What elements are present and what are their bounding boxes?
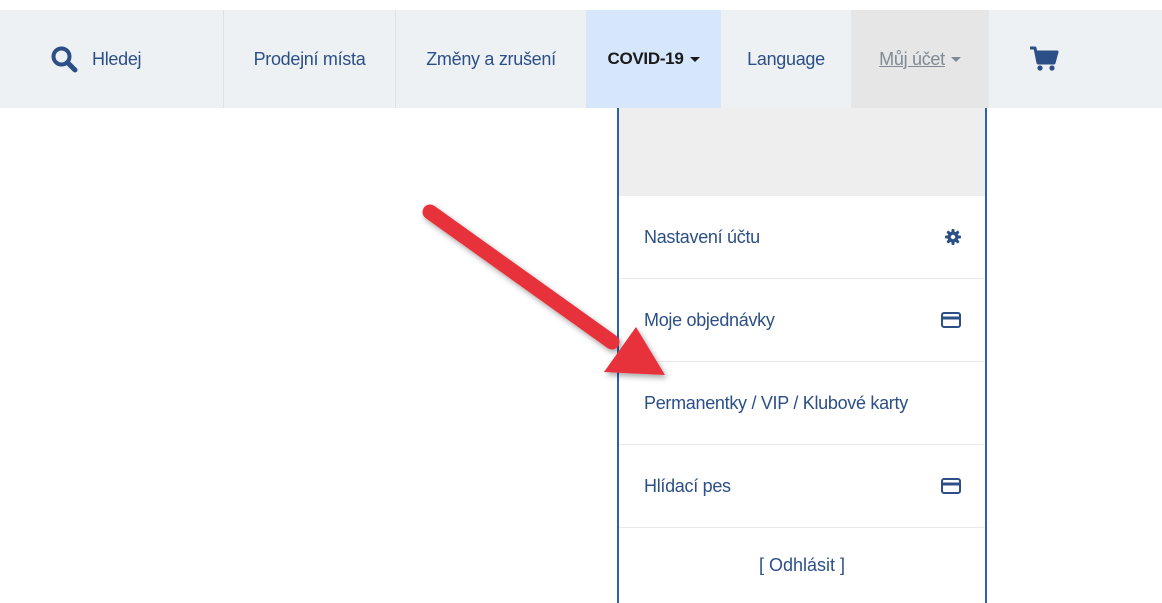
chevron-down-icon: [950, 56, 961, 62]
menu-item-label: Moje objednávky: [644, 309, 775, 330]
menu-item-label: Hlídací pes: [644, 475, 731, 496]
cart-icon: [1030, 46, 1059, 71]
nav-search[interactable]: Hledej: [0, 10, 224, 108]
gear-icon: [945, 229, 961, 245]
nav-prodejni-label: Prodejní místa: [253, 48, 366, 69]
nav-zmeny-label: Změny a zrušení: [426, 48, 556, 69]
nav-account-label: Můj účet: [879, 48, 945, 69]
nav-cart[interactable]: [989, 10, 1099, 108]
credit-card-icon: [941, 312, 961, 328]
nav-search-label: Hledej: [92, 48, 142, 69]
credit-card-icon: [941, 478, 961, 494]
nav-covid-dropdown[interactable]: COVID-19: [586, 10, 721, 108]
nav-account-dropdown[interactable]: Můj účet: [851, 10, 989, 108]
logout-link[interactable]: [ Odhlásit ]: [619, 528, 985, 603]
menu-item-hlidaci-pes[interactable]: Hlídací pes: [619, 445, 985, 528]
menu-item-nastaveni-uctu[interactable]: Nastavení účtu: [619, 196, 985, 279]
nav-language-label: Language: [747, 48, 825, 69]
menu-item-label: Nastavení účtu: [644, 226, 760, 247]
menu-item-permanentky[interactable]: Permanentky / VIP / Klubové karty: [619, 362, 985, 445]
nav-covid-label: COVID-19: [607, 49, 684, 68]
search-icon: [51, 46, 78, 73]
nav-zmeny-a-zruseni[interactable]: Změny a zrušení: [396, 10, 586, 108]
nav-prodejni-mista[interactable]: Prodejní místa: [224, 10, 396, 108]
nav-language[interactable]: Language: [721, 10, 851, 108]
menu-item-moje-objednavky[interactable]: Moje objednávky: [619, 279, 985, 362]
logout-label: [ Odhlásit ]: [758, 555, 846, 575]
chevron-down-icon: [689, 56, 700, 62]
top-navbar: Hledej Prodejní místa Změny a zrušení CO…: [0, 10, 1162, 108]
dropdown-header: [619, 108, 985, 196]
account-dropdown-menu: Nastavení účtu Moje objednávky Permanent…: [617, 108, 987, 603]
menu-item-label: Permanentky / VIP / Klubové karty: [644, 392, 908, 413]
page: Hledej Prodejní místa Změny a zrušení CO…: [0, 0, 1162, 603]
